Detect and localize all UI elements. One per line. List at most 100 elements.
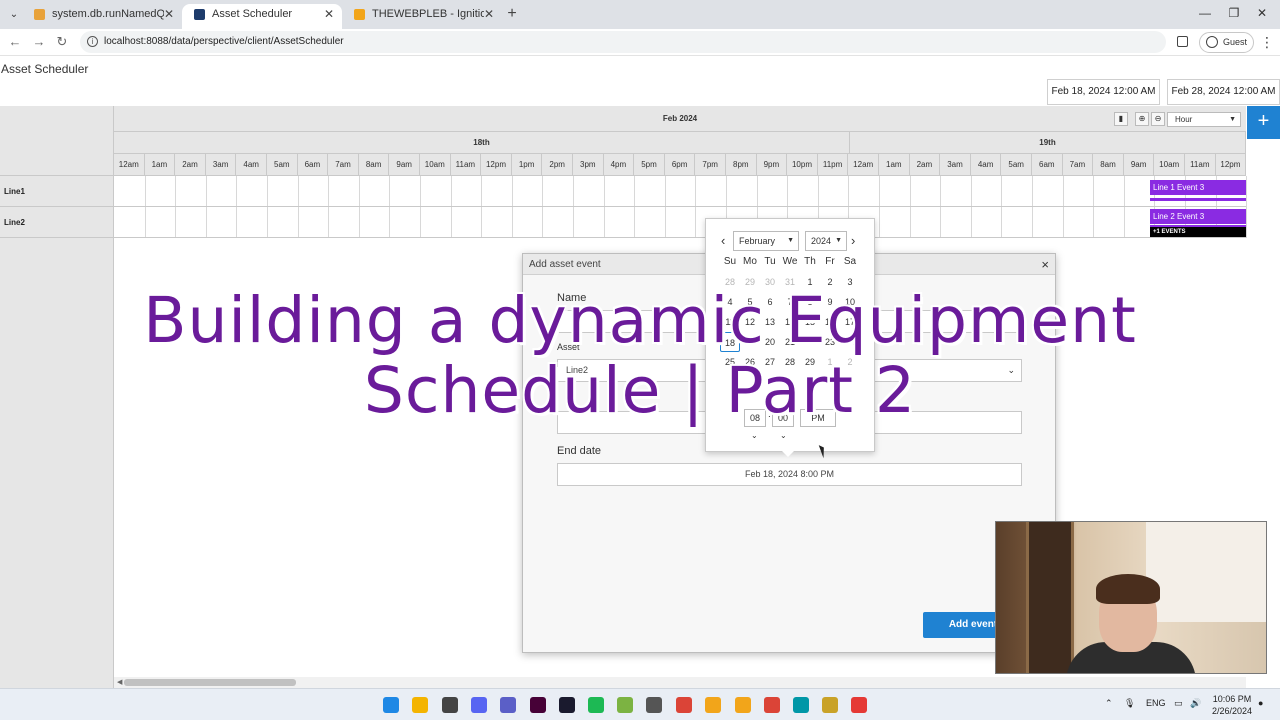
year-select[interactable]: 2024 ▼ bbox=[805, 231, 847, 251]
new-tab-button[interactable]: + bbox=[504, 5, 520, 23]
profile-button[interactable]: Guest bbox=[1199, 32, 1254, 53]
tab-search-icon[interactable]: ⌄ bbox=[6, 7, 22, 23]
calendar-day[interactable]: 28 bbox=[720, 272, 740, 292]
minute-down-icon[interactable]: ⌄ bbox=[780, 431, 787, 440]
calendar-day[interactable]: 1 bbox=[820, 352, 840, 372]
calendar-day[interactable]: 29 bbox=[800, 352, 820, 372]
calendar-day[interactable]: 27 bbox=[760, 352, 780, 372]
calendar-day[interactable]: 30 bbox=[760, 272, 780, 292]
calendar-day[interactable]: 13 bbox=[760, 312, 780, 332]
chrome-active-icon[interactable] bbox=[764, 697, 780, 713]
teams-icon[interactable] bbox=[500, 697, 516, 713]
end-date-input[interactable]: Feb 18, 2024 8:00 PM bbox=[557, 463, 1022, 486]
resource-row-line1[interactable]: Line1 bbox=[0, 176, 114, 207]
calendar-day[interactable]: 22 bbox=[800, 332, 820, 352]
previous-month-icon[interactable]: ‹ bbox=[721, 233, 725, 248]
horizontal-scrollbar[interactable]: ◀ bbox=[114, 677, 1246, 688]
tab-run-named-query[interactable]: system.db.runNamedQuery | Ig ✕ bbox=[22, 4, 182, 29]
show-hidden-icons[interactable]: ⌃ bbox=[1105, 698, 1113, 709]
more-events-badge[interactable]: +1 EVENTS bbox=[1150, 227, 1246, 237]
notepad-plus-icon[interactable] bbox=[617, 697, 633, 713]
address-bar[interactable]: i localhost:8088/data/perspective/client… bbox=[80, 31, 1166, 53]
hour-down-icon[interactable]: ⌄ bbox=[751, 431, 758, 440]
site-info-icon[interactable]: i bbox=[87, 36, 98, 47]
volume-icon[interactable]: 🔊 bbox=[1190, 698, 1201, 709]
calendar-day[interactable]: 17 bbox=[840, 312, 860, 332]
meridiem-select[interactable]: PM bbox=[800, 409, 836, 427]
minimize-button[interactable]: — bbox=[1195, 6, 1215, 20]
calendar-day[interactable]: 26 bbox=[740, 352, 760, 372]
language-indicator[interactable]: ENG bbox=[1146, 698, 1166, 708]
calendar-day[interactable]: 3 bbox=[840, 272, 860, 292]
scroll-thumb[interactable] bbox=[124, 679, 296, 686]
calendar-day[interactable]: 31 bbox=[780, 272, 800, 292]
ignition-designer-icon[interactable] bbox=[705, 697, 721, 713]
calendar-day[interactable]: 16 bbox=[820, 312, 840, 332]
chrome-icon[interactable] bbox=[676, 697, 692, 713]
calendar-day[interactable]: 10 bbox=[840, 292, 860, 312]
tab-close-icon[interactable]: ✕ bbox=[484, 4, 494, 24]
calendar-day[interactable]: 25 bbox=[720, 352, 740, 372]
forward-arrow-icon[interactable]: → bbox=[31, 34, 47, 49]
browser-menu-icon[interactable]: ⋮ bbox=[1260, 34, 1274, 51]
end-date-button[interactable]: Feb 28, 2024 12:00 AM bbox=[1167, 79, 1280, 105]
tab-asset-scheduler[interactable]: Asset Scheduler ✕ bbox=[182, 4, 342, 29]
calendar-day[interactable]: 1 bbox=[800, 272, 820, 292]
calendar-day[interactable]: 24 bbox=[840, 332, 860, 352]
calendar-day[interactable]: 23 bbox=[820, 332, 840, 352]
system-clock[interactable]: 10:06 PM 2/26/2024 bbox=[1207, 693, 1257, 717]
view-select[interactable]: Hour ▼ bbox=[1167, 112, 1241, 127]
tab-close-icon[interactable]: ✕ bbox=[164, 4, 174, 24]
ignition-launcher-icon[interactable] bbox=[735, 697, 751, 713]
tab-gateway[interactable]: THEWEBPLEB - Ignition Gatewa ✕ bbox=[342, 4, 502, 29]
add-event-button[interactable]: + bbox=[1247, 106, 1280, 139]
calendar-day[interactable]: 21 bbox=[780, 332, 800, 352]
calendar-day[interactable]: 6 bbox=[760, 292, 780, 312]
snipping-tool-icon[interactable] bbox=[851, 697, 867, 713]
calendar-day[interactable]: 11 bbox=[720, 312, 740, 332]
calendar-day[interactable]: 2 bbox=[840, 352, 860, 372]
close-icon[interactable]: × bbox=[1041, 254, 1049, 275]
hour-input[interactable]: 08 bbox=[744, 409, 766, 427]
calendar-day[interactable]: 9 bbox=[820, 292, 840, 312]
close-window-button[interactable]: ✕ bbox=[1252, 6, 1272, 20]
spotify-icon[interactable] bbox=[588, 697, 604, 713]
calendar-day[interactable]: 14 bbox=[780, 312, 800, 332]
calendar-day[interactable]: 4 bbox=[720, 292, 740, 312]
network-icon[interactable]: ▭ bbox=[1174, 698, 1183, 709]
file-explorer-icon[interactable] bbox=[412, 697, 428, 713]
calendar-day[interactable]: 2 bbox=[820, 272, 840, 292]
calendar-day[interactable]: 28 bbox=[780, 352, 800, 372]
file-manager-icon[interactable] bbox=[822, 697, 838, 713]
trash-icon[interactable]: ▮ bbox=[1114, 112, 1128, 126]
side-panel-icon[interactable] bbox=[1177, 36, 1188, 47]
github-desktop-icon[interactable] bbox=[442, 697, 458, 713]
calendar-day[interactable]: 12 bbox=[740, 312, 760, 332]
event-line1[interactable]: Line 1 Event 3 bbox=[1150, 180, 1246, 195]
calendar-day[interactable]: 29 bbox=[740, 272, 760, 292]
discord-icon[interactable] bbox=[471, 697, 487, 713]
calendar-day[interactable]: 5 bbox=[740, 292, 760, 312]
adobe-xd-icon[interactable] bbox=[530, 697, 546, 713]
start-date-button[interactable]: Feb 18, 2024 12:00 AM bbox=[1047, 79, 1160, 105]
selected-day[interactable]: 18 bbox=[720, 332, 740, 352]
minute-input[interactable]: 00 bbox=[772, 409, 794, 427]
zoom-out-icon[interactable]: ⊖ bbox=[1151, 112, 1165, 126]
next-month-icon[interactable]: › bbox=[851, 233, 855, 248]
intellij-icon[interactable] bbox=[559, 697, 575, 713]
maximize-button[interactable]: ❐ bbox=[1224, 6, 1244, 20]
windows-start-icon[interactable] bbox=[383, 697, 399, 713]
notification-icon[interactable]: ● bbox=[1258, 698, 1263, 708]
calendar-day[interactable]: 20 bbox=[760, 332, 780, 352]
back-arrow-icon[interactable]: ← bbox=[7, 34, 23, 49]
reload-icon[interactable]: ↻ bbox=[54, 34, 70, 50]
calendar-day[interactable]: 15 bbox=[800, 312, 820, 332]
event-line1-bar[interactable] bbox=[1150, 198, 1246, 201]
calendar-day[interactable]: 19 bbox=[740, 332, 760, 352]
calendar-day[interactable]: 8 bbox=[800, 292, 820, 312]
scroll-left-icon[interactable]: ◀ bbox=[117, 677, 122, 688]
schedule-grid[interactable] bbox=[114, 176, 1248, 238]
zoom-in-icon[interactable]: ⊕ bbox=[1135, 112, 1149, 126]
microphone-icon[interactable]: 🎙 bbox=[1124, 698, 1135, 709]
resource-row-line2[interactable]: Line2 bbox=[0, 207, 114, 238]
